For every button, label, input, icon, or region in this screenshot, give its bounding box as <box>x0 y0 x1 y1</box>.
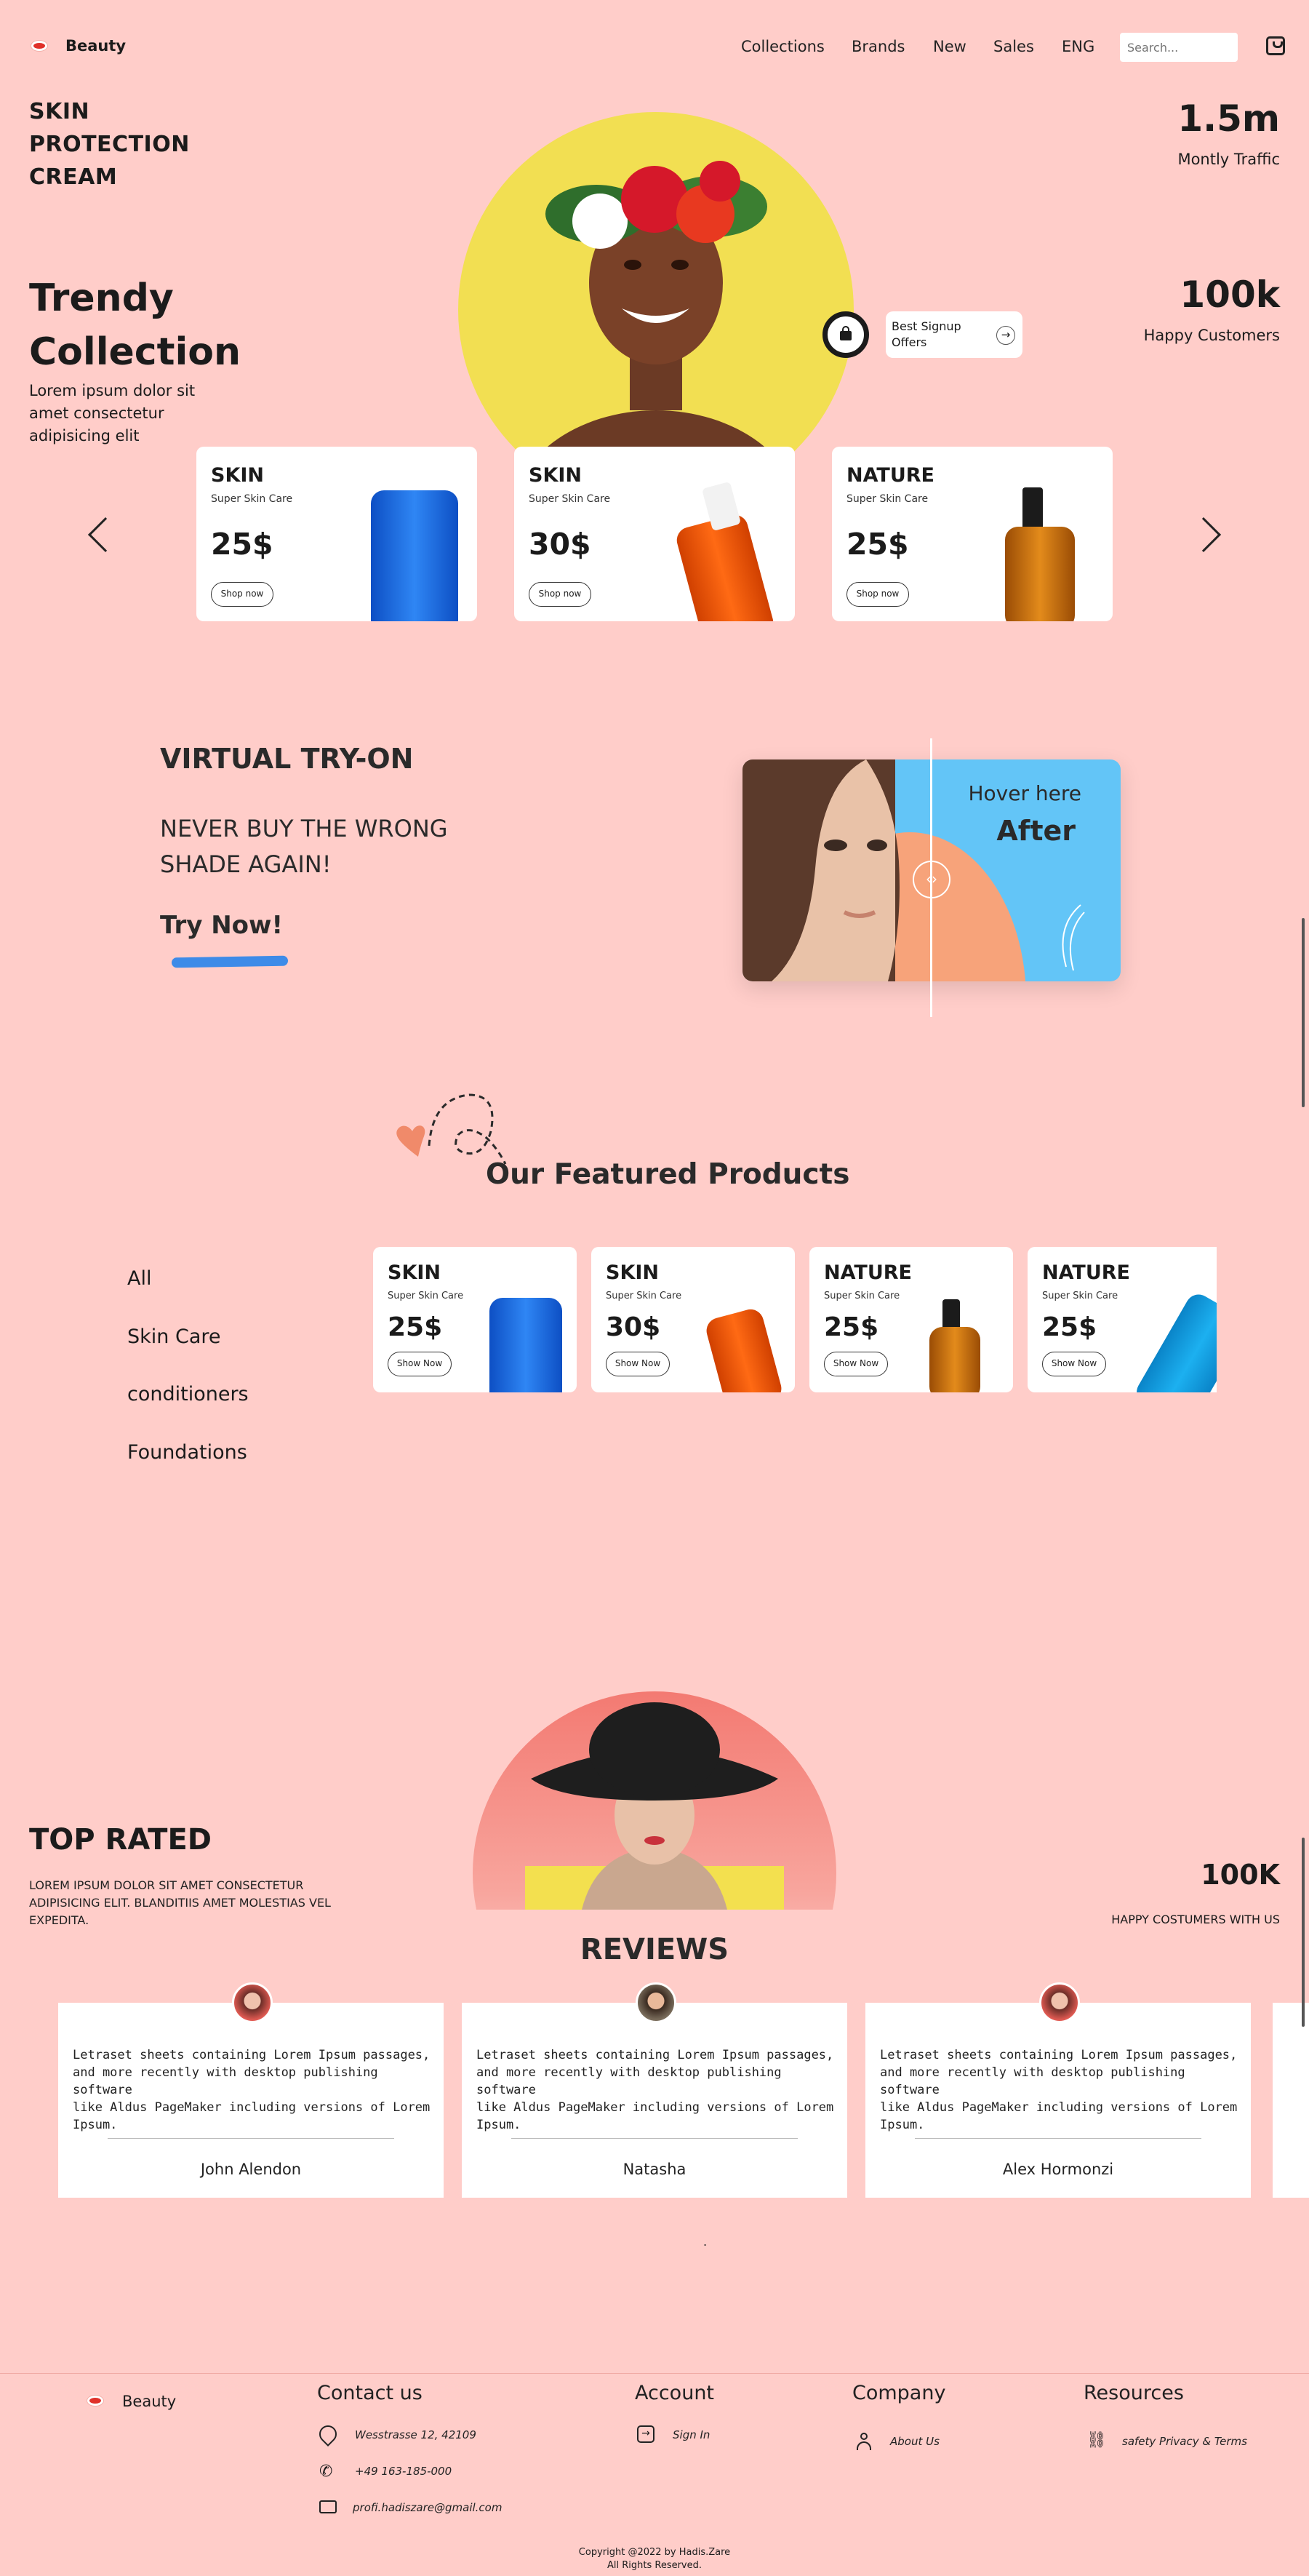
review-card: Letraset sheets containing Lorem Ipsum p… <box>58 2003 444 2198</box>
hero-product-card[interactable]: NATURE Super Skin Care 25$ Shop now <box>832 447 1113 621</box>
top-rated-stat-value: 100K <box>1201 1859 1280 1891</box>
divider <box>915 2138 1201 2139</box>
featured-product-card[interactable]: SKIN Super Skin Care 30$ Show Now <box>591 1247 795 1392</box>
nav-sales[interactable]: Sales <box>993 38 1034 55</box>
cart-icon[interactable] <box>1266 36 1285 55</box>
show-now-button[interactable]: Show Now <box>606 1352 670 1376</box>
brand-logo-icon[interactable] <box>31 41 47 51</box>
avatar <box>636 1982 676 2023</box>
product-image <box>489 1298 562 1392</box>
privacy-link[interactable]: safety Privacy & Terms <box>1122 2435 1247 2448</box>
footer-divider <box>0 2373 1309 2374</box>
product-image <box>929 1327 980 1392</box>
customers-stat-value: 100k <box>1180 274 1280 316</box>
sign-in-icon: → <box>637 2425 654 2443</box>
hover-here-label: Hover here <box>968 781 1082 805</box>
brush-stroke <box>171 955 289 968</box>
carousel-prev-icon[interactable] <box>87 517 124 553</box>
top-rated-stat-label: HAPPY COSTUMERS WITH US <box>1111 1913 1280 1926</box>
category-foundations[interactable]: Foundations <box>127 1441 247 1464</box>
top-rated-title: TOP RATED <box>29 1823 212 1857</box>
virtual-try-on-title: VIRTUAL TRY-ON <box>160 743 414 775</box>
featured-product-card[interactable]: NATURE Super Skin Care 25$ Show Now <box>809 1247 1013 1392</box>
carousel-next-icon[interactable] <box>1185 517 1222 553</box>
try-now-link[interactable]: Try Now! <box>160 911 283 940</box>
nav-brands[interactable]: Brands <box>852 38 905 55</box>
about-us-link[interactable]: About Us <box>890 2435 940 2448</box>
mail-icon <box>319 2500 337 2513</box>
top-rated-description: LOREM IPSUM DOLOR SIT AMET CONSECTETUR A… <box>29 1878 331 1927</box>
email-text[interactable]: profi.hadiszare@gmail.com <box>353 2501 502 2514</box>
avatar <box>232 1982 273 2023</box>
account-title: Account <box>635 2382 715 2404</box>
traffic-stat-value: 1.5m <box>1177 97 1280 140</box>
category-conditioners[interactable]: conditioners <box>127 1383 249 1405</box>
product-cap <box>1022 487 1043 531</box>
lock-icon[interactable] <box>822 311 869 358</box>
product-image <box>1005 527 1075 621</box>
hero-product-card[interactable]: SKIN Super Skin Care 30$ Shop now <box>514 447 795 621</box>
shop-now-button[interactable]: Shop now <box>529 582 591 607</box>
product-image <box>371 490 458 621</box>
featured-product-card[interactable]: NATURE Super Skin Care 25$ Show Now <box>1028 1247 1217 1392</box>
search-input[interactable] <box>1120 33 1238 62</box>
slider-handle-icon[interactable]: ‹› <box>913 861 950 898</box>
carousel-dot[interactable]: . <box>703 2235 707 2249</box>
phone-icon: ✆ <box>319 2463 333 2481</box>
arrow-right-icon: → <box>996 326 1015 345</box>
resources-title: Resources <box>1084 2382 1184 2404</box>
review-card: Letraset sheets containing Lorem Ipsum p… <box>462 2003 847 2198</box>
divider <box>108 2138 394 2139</box>
reviewer-name: Alex Hormonzi <box>1002 2161 1114 2178</box>
review-card: Letraset sheets containing Lorem Ipsum p… <box>865 2003 1251 2198</box>
show-now-button[interactable]: Show Now <box>824 1352 888 1376</box>
hero-title: Trendy Collection <box>29 276 241 374</box>
show-now-button[interactable]: Show Now <box>388 1352 452 1376</box>
user-icon <box>857 2433 871 2450</box>
hero-description: Lorem ipsum dolor sit amet consectetur a… <box>29 382 196 444</box>
nav-new[interactable]: New <box>933 38 966 55</box>
hero-product-card[interactable]: SKIN Super Skin Care 25$ Shop now <box>196 447 477 621</box>
product-image <box>673 511 777 621</box>
show-now-button[interactable]: Show Now <box>1042 1352 1106 1376</box>
review-card-partial <box>1270 2003 1309 2198</box>
hero-small-title: SKIN PROTECTION CREAM <box>29 99 190 190</box>
sign-in-link[interactable]: Sign In <box>673 2428 710 2441</box>
contact-title: Contact us <box>317 2382 423 2404</box>
address-text: Wesstrasse 12, 42109 <box>355 2428 476 2441</box>
category-all[interactable]: All <box>127 1267 151 1290</box>
featured-product-card[interactable]: SKIN Super Skin Care 25$ Show Now <box>373 1247 577 1392</box>
scrollbar-thumb[interactable] <box>1302 1838 1305 2027</box>
virtual-try-on-subtitle: NEVER BUY THE WRONG SHADE AGAIN! <box>160 815 448 878</box>
traffic-stat-label: Montly Traffic <box>1177 151 1280 168</box>
scrollbar-thumb[interactable] <box>1302 918 1305 1107</box>
featured-title: Our Featured Products <box>486 1158 850 1191</box>
reviewer-name: John Alendon <box>200 2161 302 2178</box>
signup-offers-label: Best Signup Offers <box>892 319 961 349</box>
phone-text[interactable]: +49 163-185-000 <box>355 2465 452 2478</box>
signup-offers-button[interactable]: Best Signup Offers → <box>886 311 1022 358</box>
top-rated-image <box>473 1691 836 1910</box>
nav-collections[interactable]: Collections <box>741 38 825 55</box>
product-image <box>1132 1289 1217 1392</box>
nav-language[interactable]: ENG <box>1062 38 1094 55</box>
link-icon: ⛓ <box>1086 2431 1107 2449</box>
footer-brand[interactable]: Beauty <box>122 2393 176 2410</box>
customers-stat-label: Happy Customers <box>1143 327 1280 344</box>
shop-now-button[interactable]: Shop now <box>846 582 909 607</box>
company-title: Company <box>852 2382 946 2404</box>
copyright-text: Copyright @2022 by Hadis.Zare All Rights… <box>578 2547 731 2571</box>
footer-logo-icon[interactable] <box>87 2396 103 2406</box>
reviewer-name: Natasha <box>623 2161 686 2178</box>
product-image <box>703 1306 785 1392</box>
location-pin-icon <box>316 2422 340 2447</box>
avatar <box>1039 1982 1080 2023</box>
category-skin-care[interactable]: Skin Care <box>127 1325 221 1348</box>
reviews-title: REVIEWS <box>580 1933 729 1966</box>
brand-name[interactable]: Beauty <box>65 37 126 55</box>
divider <box>511 2138 798 2139</box>
after-label: After <box>996 815 1076 847</box>
shop-now-button[interactable]: Shop now <box>211 582 273 607</box>
